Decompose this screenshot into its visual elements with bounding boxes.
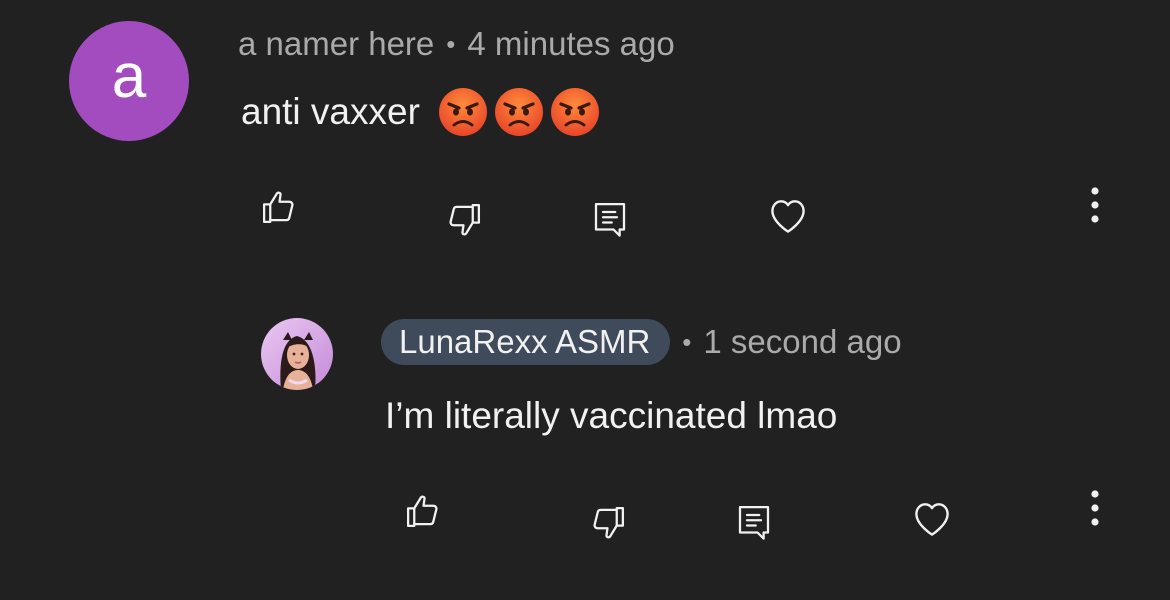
more-vert-icon (1091, 187, 1099, 223)
thumbs-down-icon (449, 203, 481, 236)
reply-reply-button[interactable] (731, 499, 777, 545)
comment-menu-button[interactable] (1072, 182, 1118, 228)
angry-face-emoji (494, 88, 543, 136)
reply-author-badge[interactable]: LunaRexx ASMR (381, 319, 671, 365)
thumbs-up-icon (262, 191, 294, 224)
heart-button[interactable] (765, 193, 811, 239)
like-button[interactable] (256, 184, 302, 230)
meta-separator: • (682, 326, 692, 357)
reply-timestamp[interactable]: 1 second ago (703, 323, 901, 361)
reply-text: I’m literally vaccinated lmao (385, 395, 838, 436)
thumbs-up-icon (406, 495, 438, 528)
thumbs-down-icon (593, 506, 625, 539)
reply-menu-button[interactable] (1072, 485, 1118, 531)
comments-section: a a namer here • 4 minutes ago anti vaxx… (0, 0, 1170, 600)
profile-photo (261, 318, 333, 390)
angry-face-emoji (438, 88, 487, 136)
comment-meta: a namer here • 4 minutes ago (238, 22, 675, 66)
comment-text: anti vaxxer (241, 91, 420, 132)
reply-dislike-button[interactable] (585, 500, 631, 546)
angry-face-emoji (550, 88, 599, 136)
reply-button[interactable] (587, 196, 633, 242)
more-vert-icon (1091, 490, 1099, 526)
reply-like-button[interactable] (400, 488, 446, 534)
comment-timestamp[interactable]: 4 minutes ago (467, 25, 674, 63)
reply-heart-button[interactable] (909, 496, 955, 542)
meta-separator: • (446, 28, 456, 59)
dislike-button[interactable] (441, 197, 487, 243)
heart-icon (771, 200, 805, 233)
reply-icon (738, 505, 770, 540)
comment-author[interactable]: a namer here (238, 25, 434, 63)
heart-icon (915, 503, 949, 536)
reply-meta: LunaRexx ASMR • 1 second ago (381, 319, 902, 365)
reply-icon (594, 202, 626, 237)
commenter-avatar[interactable]: a (69, 21, 189, 141)
comment-body: anti vaxxer (241, 88, 600, 136)
reply-body: I’m literally vaccinated lmao (385, 392, 837, 440)
reply-author-avatar[interactable] (261, 318, 333, 390)
